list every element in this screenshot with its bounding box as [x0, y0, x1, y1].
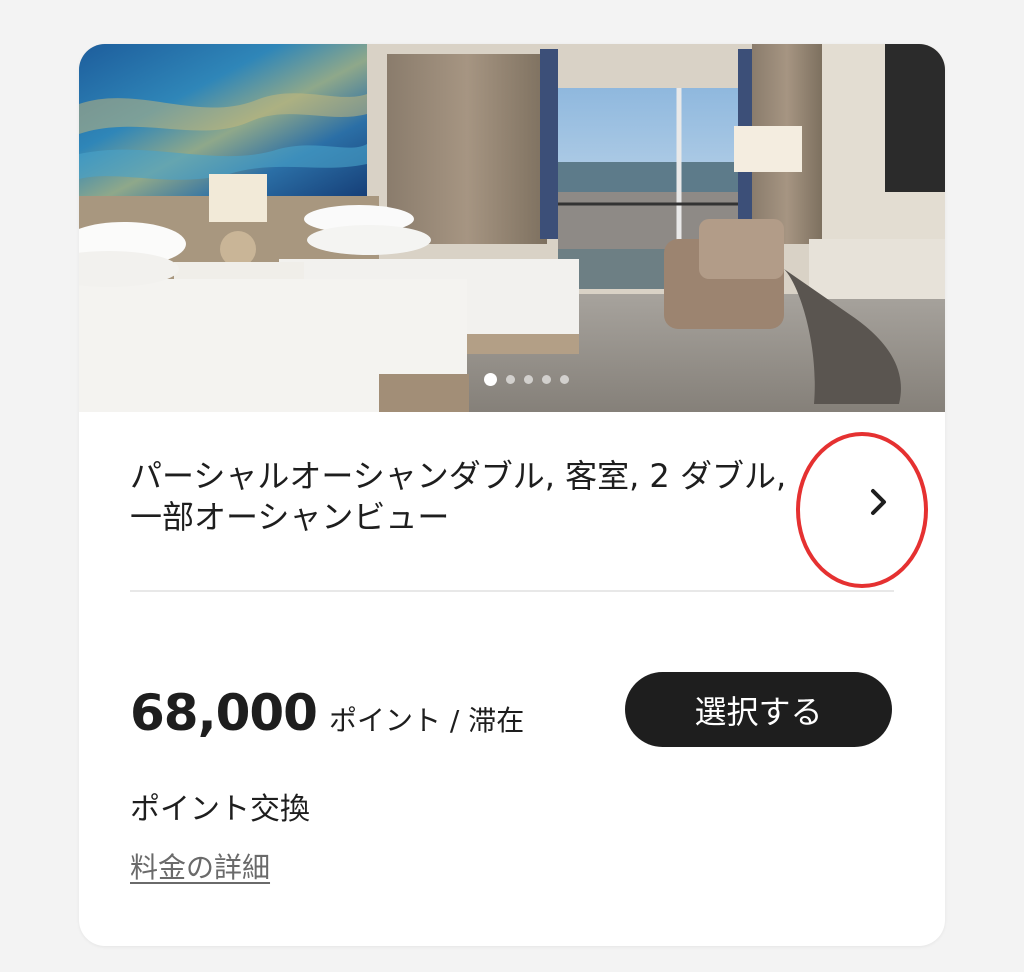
- room-title[interactable]: パーシャルオーシャンダブル, 客室, 2 ダブル, 一部オーシャンビュー: [130, 456, 790, 538]
- price-value: 68,000: [130, 684, 318, 742]
- room-photo: [79, 44, 945, 412]
- carousel-indicators: [107, 373, 945, 386]
- carousel-dot-5[interactable]: [559, 375, 569, 384]
- room-details-button[interactable]: [849, 472, 909, 532]
- chevron-right-icon: [871, 489, 886, 515]
- carousel-dot-1[interactable]: [483, 373, 497, 386]
- price-row: 68,000 ポイント / 滞在: [130, 684, 524, 742]
- room-photo-carousel[interactable]: [79, 44, 945, 412]
- carousel-dot-4[interactable]: [541, 375, 551, 384]
- carousel-dot-3[interactable]: [523, 375, 533, 384]
- room-card: パーシャルオーシャンダブル, 客室, 2 ダブル, 一部オーシャンビュー 68,…: [79, 44, 945, 946]
- select-button[interactable]: 選択する: [625, 672, 892, 747]
- rate-details-link[interactable]: 料金の詳細: [130, 846, 270, 886]
- price-unit: ポイント / 滞在: [328, 704, 525, 737]
- rate-type: ポイント交換: [130, 792, 310, 827]
- carousel-dot-2[interactable]: [505, 375, 515, 384]
- divider: [130, 590, 894, 592]
